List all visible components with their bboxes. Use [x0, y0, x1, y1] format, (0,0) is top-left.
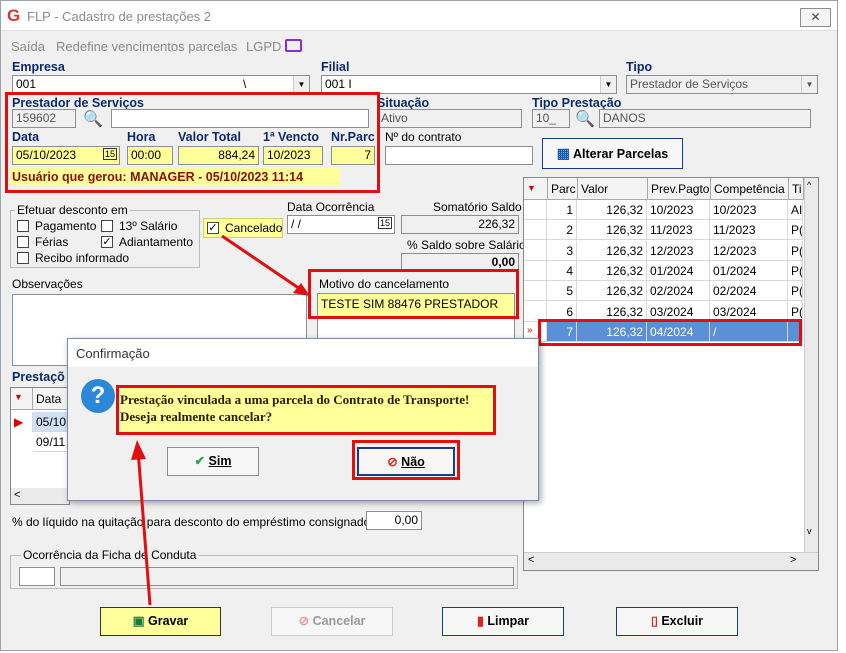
annotation-arrows — [131, 234, 310, 606]
arrow-to-motivo — [221, 234, 304, 293]
arrow-head — [131, 440, 146, 460]
arrow-to-message — [136, 449, 152, 606]
